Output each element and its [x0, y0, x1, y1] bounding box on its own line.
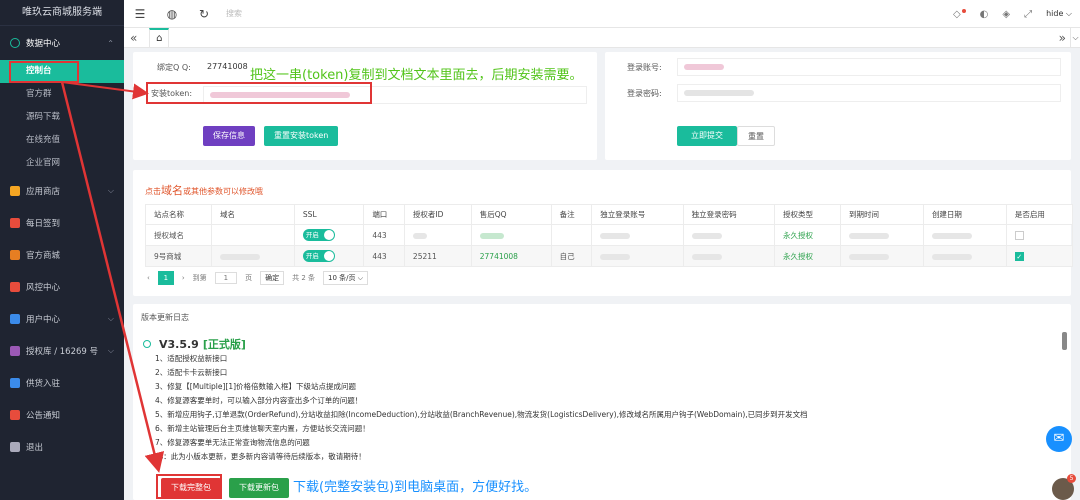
annotation-overlay — [9, 61, 165, 473]
arrow-to-download — [60, 81, 165, 473]
arrow-to-token — [61, 81, 149, 100]
chat-float-button[interactable]: ✉ — [1046, 426, 1072, 452]
avatar-badge: 5 — [1067, 474, 1076, 483]
chat-icon: ✉ — [1053, 431, 1065, 446]
console-highlight-box — [9, 61, 79, 83]
